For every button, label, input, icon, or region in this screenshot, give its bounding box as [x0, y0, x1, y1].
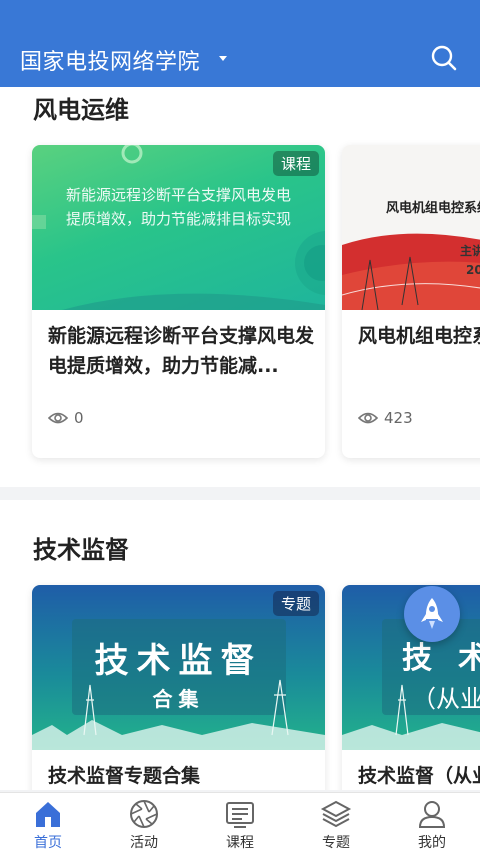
home-icon	[36, 802, 60, 827]
cover-text: 新能源远程诊断平台支撑风电发电提质增效，助力节能减排目标实现	[65, 186, 291, 228]
app-title[interactable]: 国家电投网络学院	[20, 44, 200, 76]
section-title: 技术监督	[33, 536, 129, 564]
tab-label: 我的	[418, 835, 446, 851]
card-cover: 技术监督 合集 专题	[32, 585, 325, 750]
section-tech-supervision: 技术监督 技术监督 合集 专题 技术监督专题合集 技术 （从业 技术监督（从业	[0, 500, 480, 790]
cover-sub: 主讲	[460, 244, 480, 258]
section-title: 风电运维	[33, 96, 129, 124]
view-count: 423	[358, 409, 413, 427]
layers-icon	[320, 800, 352, 828]
tab-profile[interactable]: 我的	[384, 793, 480, 854]
cover-text: 技术监督	[94, 641, 263, 681]
bottom-tab-bar: 首页 活动 课程 专题 我的	[0, 792, 480, 854]
list-icon	[226, 802, 254, 828]
card-title: 新能源远程诊断平台支撑风电发电提质增效，助力节能减...	[48, 325, 315, 377]
card-cover: 新能源远程诊断平台支撑风电发电提质增效，助力节能减排目标实现 课程	[32, 145, 325, 310]
tab-label: 首页	[34, 835, 62, 851]
course-card[interactable]: 风电机组电控系统 主讲 20 风电机组电控系统(1) 423	[342, 145, 480, 458]
tab-home[interactable]: 首页	[0, 793, 96, 854]
tab-courses[interactable]: 课程	[192, 793, 288, 854]
caret-down-icon[interactable]	[219, 56, 227, 61]
cover-decoration	[342, 233, 480, 310]
topic-card[interactable]: 技术监督 合集 专题 技术监督专题合集	[32, 585, 325, 790]
type-badge: 课程	[272, 151, 319, 176]
aperture-icon	[130, 800, 158, 828]
eye-icon	[358, 412, 378, 424]
card-title: 风电机组电控系统(1)	[358, 325, 480, 347]
type-badge: 专题	[272, 591, 319, 616]
tab-label: 专题	[322, 835, 350, 851]
card-title: 技术监督专题合集	[48, 765, 201, 787]
search-icon[interactable]	[430, 44, 458, 72]
tab-label: 课程	[226, 835, 254, 851]
view-count-value: 423	[384, 409, 413, 427]
course-card[interactable]: 新能源远程诊断平台支撑风电发电提质增效，助力节能减排目标实现 课程 新能源远程诊…	[32, 145, 325, 458]
rocket-icon	[421, 598, 443, 629]
section-wind-power: 风电运维 新能源远程诊断平台支撑风电发电提质增效，助力节能减排目标实现 课程 新…	[0, 87, 480, 487]
top-bar: 国家电投网络学院	[0, 0, 480, 87]
rocket-fab[interactable]	[404, 586, 460, 642]
card-cover: 风电机组电控系统 主讲 20	[342, 145, 480, 310]
view-count-value: 0	[74, 409, 84, 427]
cover-text: 风电机组电控系统	[386, 201, 480, 216]
eye-icon	[48, 412, 68, 424]
cover-sub: 合集	[152, 687, 205, 711]
tab-activity[interactable]: 活动	[96, 793, 192, 854]
user-icon	[418, 801, 446, 828]
tab-topics[interactable]: 专题	[288, 793, 384, 854]
cover-year: 20	[466, 263, 480, 277]
cover-sub: （从业	[412, 685, 480, 713]
tab-label: 活动	[130, 835, 158, 851]
card-title: 技术监督（从业	[358, 765, 480, 787]
view-count: 0	[48, 409, 84, 427]
